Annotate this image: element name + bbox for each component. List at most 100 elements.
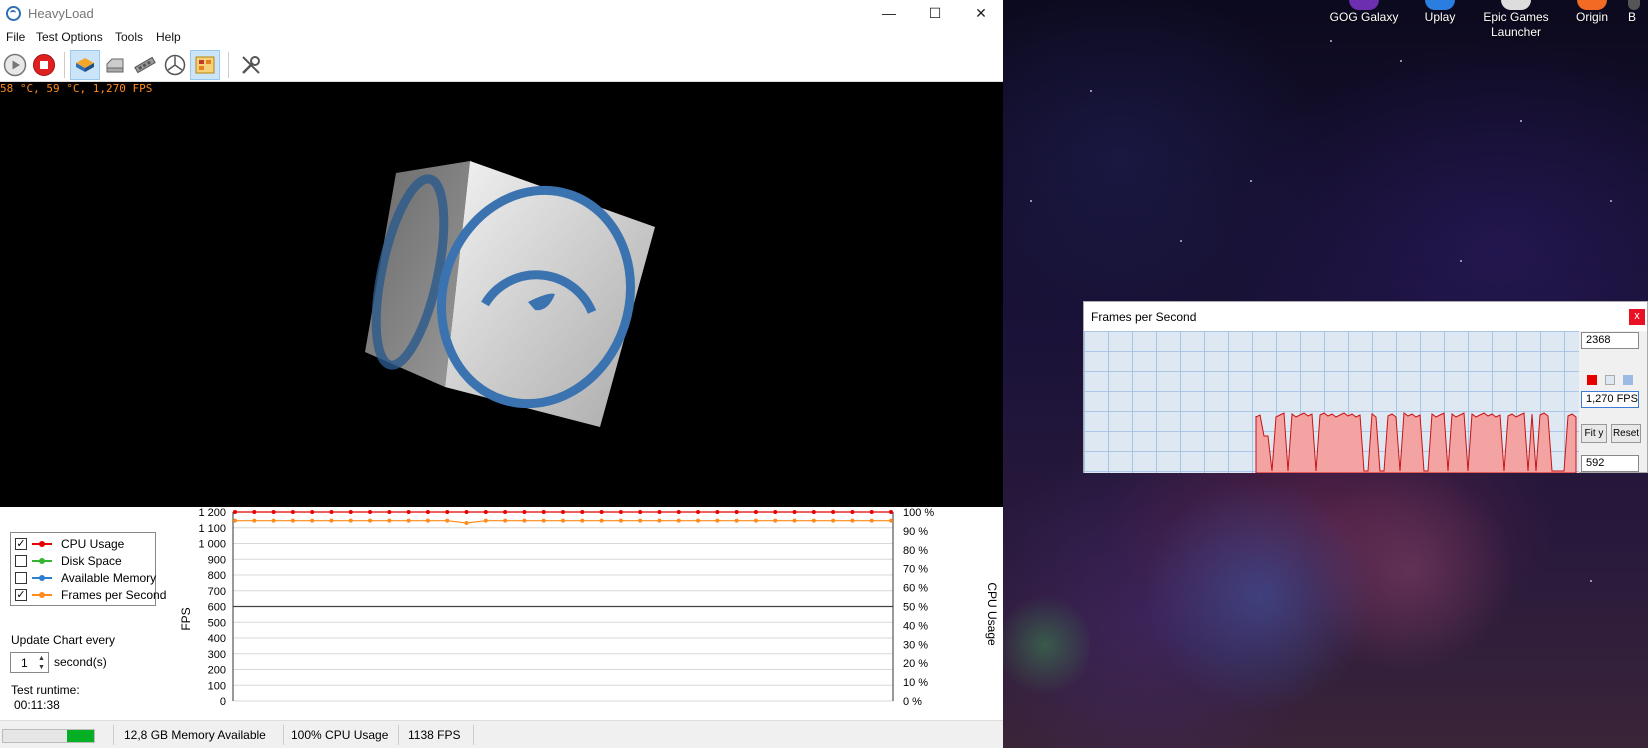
data-point bbox=[561, 518, 565, 523]
data-point bbox=[348, 510, 353, 514]
cpu-usage-axis-label: CPU Usage bbox=[985, 582, 999, 646]
data-point bbox=[715, 510, 720, 514]
cpu-tick-label: 20 % bbox=[903, 658, 928, 670]
data-point bbox=[252, 510, 257, 514]
cpu-usage-checkbox[interactable]: ✓ bbox=[15, 538, 27, 550]
memory-load-button[interactable] bbox=[130, 50, 160, 80]
frames-per-second-legend-marker bbox=[32, 592, 52, 598]
cpu-tick-label: 90 % bbox=[903, 526, 928, 538]
title-bar[interactable]: HeavyLoad — ☐ ✕ bbox=[0, 0, 1003, 27]
chart-series bbox=[233, 510, 893, 526]
stop-icon bbox=[33, 54, 55, 76]
menu-tools[interactable]: Tools bbox=[115, 30, 143, 44]
data-point bbox=[753, 510, 758, 514]
toolbar bbox=[0, 48, 1003, 82]
menu-file[interactable]: File bbox=[6, 30, 25, 44]
test-progress-fill bbox=[66, 730, 94, 742]
desktop-icon-uplay[interactable]: Uplay bbox=[1400, 0, 1480, 25]
data-point bbox=[310, 510, 315, 514]
cpu-load-button[interactable] bbox=[70, 50, 100, 80]
test-runtime-label: Test runtime: bbox=[11, 683, 80, 697]
desktop-icon-origin[interactable]: Origin bbox=[1552, 0, 1632, 25]
desktop-icon-gog-galaxy[interactable]: GOG Galaxy bbox=[1324, 0, 1404, 25]
data-point bbox=[618, 518, 623, 523]
spin-down-icon[interactable]: ▼ bbox=[37, 663, 46, 672]
reset-button[interactable]: Reset bbox=[1611, 424, 1641, 443]
available-memory-checkbox[interactable] bbox=[15, 572, 27, 584]
disk-load-icon bbox=[106, 58, 124, 73]
legend-item-frames-per-second[interactable]: ✓ Frames per Second bbox=[11, 586, 166, 603]
fps-tick-label: 700 bbox=[208, 586, 226, 598]
legend-item-disk-space[interactable]: Disk Space bbox=[11, 552, 155, 569]
status-bar: 12,8 GB Memory Available 100% CPU Usage … bbox=[0, 720, 1003, 748]
cpu-tick-label: 70 % bbox=[903, 564, 928, 576]
legend-item-cpu-usage[interactable]: ✓ CPU Usage bbox=[11, 535, 155, 552]
minimize-button[interactable]: — bbox=[866, 0, 912, 27]
epic-games-icon bbox=[1501, 0, 1531, 10]
data-point bbox=[233, 510, 237, 514]
fps-max-field[interactable]: 2368 bbox=[1581, 332, 1639, 349]
cpu-load-icon bbox=[76, 58, 94, 72]
legend-item-available-memory[interactable]: Available Memory bbox=[11, 569, 156, 586]
fps-monitor-title-bar[interactable]: Frames per Second x bbox=[1084, 302, 1647, 331]
data-point bbox=[522, 510, 527, 514]
fps-monitor-window: Frames per Second x 2368 1,270 FPS Fit y… bbox=[1083, 301, 1648, 473]
data-point bbox=[406, 518, 411, 523]
fps-current-field[interactable]: 1,270 FPS bbox=[1581, 391, 1639, 408]
data-point bbox=[522, 518, 527, 523]
start-icon bbox=[3, 53, 27, 77]
frames-per-second-checkbox[interactable]: ✓ bbox=[15, 589, 27, 601]
start-test-button[interactable] bbox=[0, 50, 30, 80]
desktop-artwork-figure bbox=[1000, 590, 1090, 700]
data-point bbox=[734, 518, 739, 523]
desktop-icon-label: Uplay bbox=[1424, 10, 1456, 24]
fps-tick-label: 1 000 bbox=[198, 539, 226, 551]
data-point bbox=[811, 518, 816, 523]
background-color-swatch[interactable] bbox=[1605, 375, 1615, 385]
chart-button[interactable] bbox=[190, 50, 220, 80]
settings-button[interactable] bbox=[236, 50, 266, 80]
data-point bbox=[869, 510, 874, 514]
data-point bbox=[580, 518, 585, 523]
data-point bbox=[464, 510, 469, 514]
stress-test-3d-viewport: 58 °C, 59 °C, 1,270 FPS bbox=[0, 82, 1003, 507]
line-color-swatch[interactable] bbox=[1587, 375, 1597, 385]
data-point bbox=[831, 518, 836, 523]
fps-status: 1138 FPS bbox=[408, 728, 461, 742]
gpu-load-button[interactable] bbox=[160, 50, 190, 80]
memory-available-status: 12,8 GB Memory Available bbox=[124, 728, 266, 742]
desktop-icon-label: B bbox=[1628, 10, 1637, 24]
fps-min-field[interactable]: 592 bbox=[1581, 455, 1639, 472]
data-point bbox=[850, 518, 855, 523]
fit-y-button[interactable]: Fit y bbox=[1581, 424, 1607, 443]
available-memory-legend-marker bbox=[32, 575, 52, 581]
fps-monitor-close-button[interactable]: x bbox=[1629, 309, 1645, 325]
cpu-tick-label: 50 % bbox=[903, 602, 928, 614]
disk-space-checkbox[interactable] bbox=[15, 555, 27, 567]
data-point bbox=[445, 518, 450, 523]
fps-tick-label: 900 bbox=[208, 554, 226, 566]
data-point bbox=[348, 518, 353, 523]
app-icon bbox=[1628, 0, 1640, 10]
data-point bbox=[657, 510, 662, 514]
data-point bbox=[425, 518, 430, 523]
desktop-icon-epic-games[interactable]: Epic Games Launcher bbox=[1476, 0, 1556, 40]
stop-test-button[interactable] bbox=[29, 50, 59, 80]
data-point bbox=[715, 518, 720, 523]
data-point bbox=[310, 518, 315, 523]
maximize-button[interactable]: ☐ bbox=[912, 0, 958, 27]
disk-load-button[interactable] bbox=[100, 50, 130, 80]
update-interval-spinner[interactable]: 1 ▲ ▼ bbox=[10, 652, 49, 673]
menu-help[interactable]: Help bbox=[156, 30, 181, 44]
menu-test-options[interactable]: Test Options bbox=[36, 30, 103, 44]
disk-space-legend-marker bbox=[32, 558, 52, 564]
desktop-icon-label: Epic Games Launcher bbox=[1483, 10, 1549, 39]
fps-tick-label: 0 bbox=[220, 696, 226, 708]
fps-history-graph bbox=[1084, 331, 1579, 473]
desktop-icon-partial[interactable]: B bbox=[1628, 0, 1648, 25]
grid-color-swatch[interactable] bbox=[1623, 375, 1633, 385]
desktop-artwork-creature bbox=[1300, 470, 1520, 670]
close-button[interactable]: ✕ bbox=[958, 0, 1004, 27]
spin-up-icon[interactable]: ▲ bbox=[37, 654, 46, 663]
update-interval-label: Update Chart every bbox=[11, 633, 116, 647]
